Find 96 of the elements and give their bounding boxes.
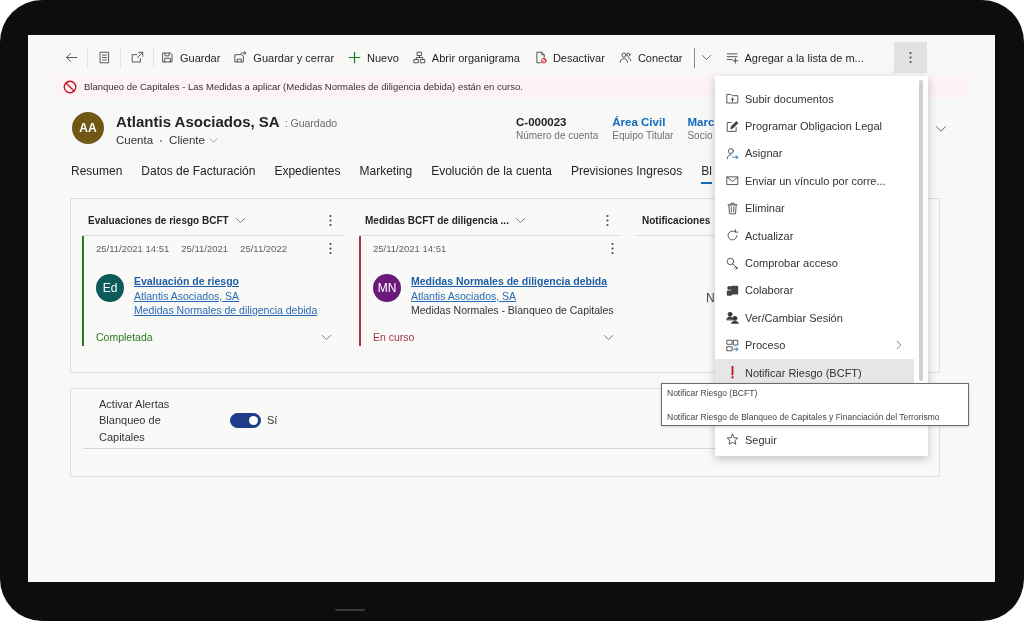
popout-icon	[130, 51, 144, 64]
record-status: En curso	[373, 329, 415, 345]
document-block-icon	[533, 51, 547, 64]
refresh-icon	[726, 229, 739, 243]
subgrid-title: Medidas BCFT de diligencia ...	[365, 215, 509, 226]
more-icon	[909, 51, 912, 64]
chevron-down-icon	[935, 123, 947, 135]
trash-icon	[726, 201, 739, 215]
record-date: 25/11/2021 14:51	[373, 242, 447, 255]
entity-name: Cuenta	[116, 133, 154, 148]
star-icon	[726, 433, 739, 447]
chevron-down-icon	[208, 136, 218, 145]
scrollbar[interactable]	[919, 80, 923, 381]
field-link[interactable]: Área Civil	[612, 115, 666, 129]
record-status: Completada	[96, 329, 153, 345]
toggle-switch[interactable]	[230, 412, 261, 428]
toolbar-button[interactable]: Agregar a la lista de m...	[718, 42, 871, 73]
plus-icon	[348, 51, 362, 64]
expand-header-button[interactable]	[935, 123, 947, 135]
notification-text: Blanqueo de Capitales - Las Medidas a aplicar (Medidas Normales de diligencia debida) están en curso.	[84, 81, 523, 92]
chevron-right-icon	[894, 340, 904, 351]
toolbar-button[interactable]: Desactivar	[526, 42, 612, 73]
list-add-icon	[725, 51, 739, 64]
record-date: 25/11/2022	[240, 242, 287, 255]
form-selector[interactable]: Cliente	[169, 133, 218, 148]
menu-item[interactable]: Ver/Cambiar Sesión	[715, 304, 914, 332]
menu-item[interactable]: Proceso	[715, 331, 914, 359]
record-link[interactable]: Atlantis Asociados, SA	[411, 288, 517, 303]
flow-boxes-icon	[726, 338, 739, 352]
tab[interactable]: Previsiones Ingresos	[570, 162, 683, 184]
field-link[interactable]: Marc	[687, 115, 715, 129]
field-label: Socio	[687, 129, 713, 142]
tooltip-title: Notificar Riesgo (BCFT)	[667, 387, 758, 400]
menu-item[interactable]: Asignar	[715, 139, 914, 168]
people-icon	[726, 311, 739, 325]
key-icon	[726, 256, 739, 270]
toolbar-button[interactable]: Guardar y cerrar	[227, 42, 342, 73]
more-icon[interactable]	[606, 214, 609, 227]
chevron-down-icon	[701, 52, 712, 63]
people-icon	[618, 51, 632, 64]
empty-state-text: N	[706, 291, 715, 305]
people-tile-icon	[726, 283, 739, 297]
record-link[interactable]: Atlantis Asociados, SA	[134, 288, 240, 303]
tab[interactable]: Resumen	[71, 162, 123, 184]
toolbar-button[interactable]: Guardar	[154, 42, 228, 73]
record-title: Atlantis Asociados, SA	[116, 112, 280, 132]
record-title-link[interactable]: Evaluación de riesgo	[134, 274, 240, 289]
record-avatar: Ed	[96, 274, 124, 302]
back-icon	[64, 51, 78, 64]
record-date: 25/11/2021 14:51	[96, 242, 170, 255]
no-entry-icon	[63, 79, 77, 94]
floppy-arrow-icon	[234, 51, 248, 64]
subgrid-title: Evaluaciones de riesgo BCFT	[88, 215, 229, 226]
menu-item[interactable]: Enviar un vínculo por corre...	[715, 167, 914, 195]
hierarchy-icon	[412, 51, 426, 64]
tab[interactable]: Datos de Facturación	[141, 162, 256, 184]
field-value: C-000023	[516, 115, 567, 129]
menu-item[interactable]: Subir documentos	[715, 85, 914, 113]
tab[interactable]: Evolución de la cuenta	[431, 162, 552, 184]
menu-item[interactable]: Colaborar	[715, 276, 914, 305]
menu-item[interactable]: Actualizar	[715, 221, 914, 250]
chevron-down-icon[interactable]	[234, 215, 246, 226]
save-status: : Guardado	[284, 116, 338, 131]
record-date: 25/11/2021	[181, 242, 229, 255]
account-avatar: AA	[72, 112, 104, 144]
document-icon	[97, 51, 111, 64]
record-text: Medidas Normales - Blanqueo de Capitales	[411, 303, 614, 318]
record-avatar: MN	[373, 274, 401, 302]
field-label: Equipo Titular	[612, 129, 674, 142]
person-arrow-icon	[726, 146, 739, 160]
chevron-down-icon[interactable]	[514, 215, 526, 226]
field-label: Activar Alertas Blanqueo de Capitales	[99, 396, 171, 445]
envelope-icon	[726, 174, 739, 188]
save-icon	[161, 51, 174, 64]
menu-item[interactable]: Comprobar acceso	[715, 249, 914, 277]
more-icon[interactable]	[610, 242, 614, 255]
toggle-value: Sí	[267, 414, 278, 427]
folder-upload-icon	[726, 92, 739, 106]
field-label: Número de cuenta	[516, 129, 599, 142]
toolbar-button[interactable]: Conectar	[611, 42, 690, 73]
tooltip-description: Notificar Riesgo de Blanqueo de Capitales y Financiación del Terrorismo	[667, 411, 940, 424]
menu-item[interactable]: Programar Obligacion Legal	[715, 112, 914, 140]
tab[interactable]: Expedientes	[274, 162, 341, 184]
toolbar-button[interactable]: Nuevo	[341, 42, 406, 73]
subgrid-title: Notificaciones	[642, 215, 711, 226]
home-indicator-icon	[335, 609, 365, 611]
toolbar-button[interactable]: Abrir organigrama	[405, 42, 527, 73]
more-icon[interactable]	[329, 214, 332, 227]
record-link[interactable]: Medidas Normales de diligencia debida	[134, 303, 318, 318]
menu-item[interactable]: Seguir	[715, 426, 914, 454]
record-title-link[interactable]: Medidas Normales de diligencia debida	[411, 274, 608, 289]
tab[interactable]: Marketing	[359, 162, 413, 184]
note-pencil-icon	[726, 119, 739, 133]
menu-item[interactable]: Eliminar	[715, 194, 914, 222]
tab[interactable]: Bl	[701, 162, 712, 184]
more-icon[interactable]	[329, 242, 332, 255]
